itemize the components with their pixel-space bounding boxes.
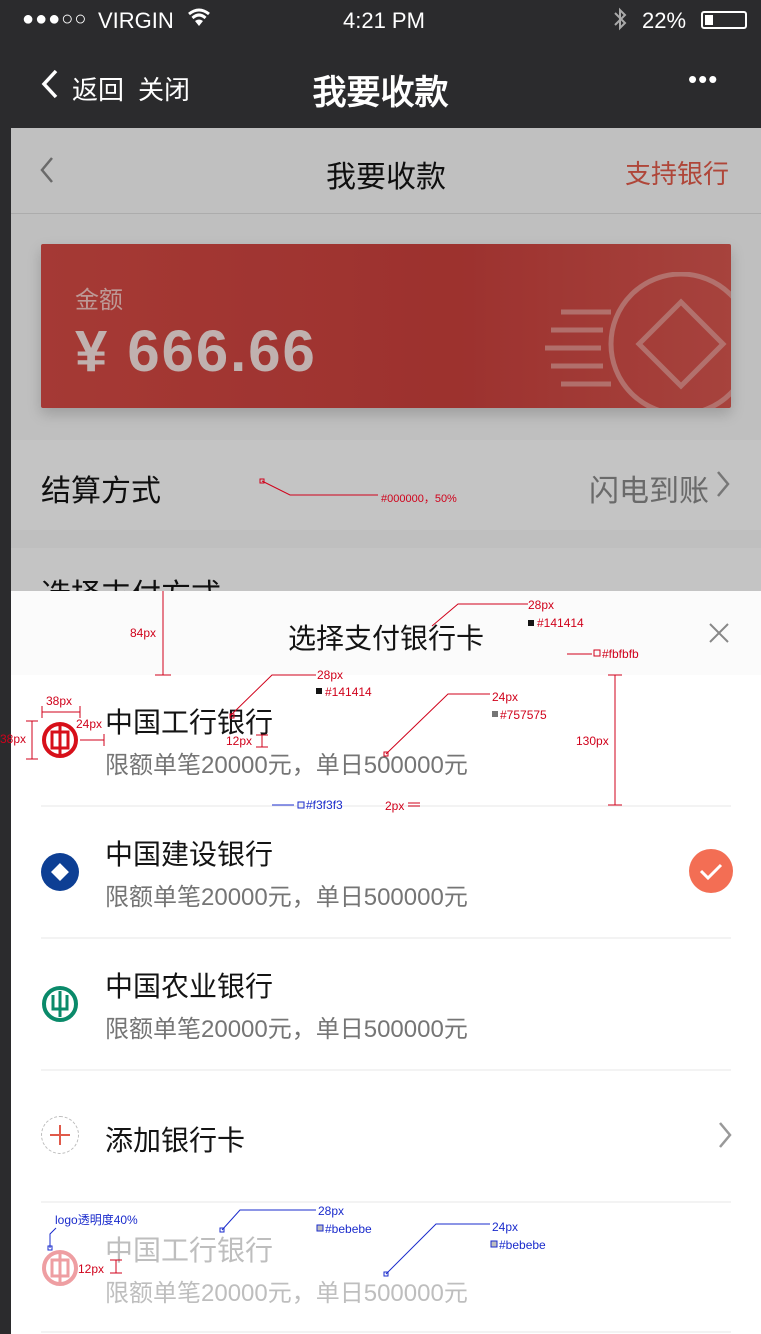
spec-label: #757575 <box>500 708 547 722</box>
spec-label: 24px <box>76 717 103 731</box>
spec-label: 130px <box>576 734 609 748</box>
spec-label: 12px <box>78 1262 105 1276</box>
spec-label: 28px <box>318 1204 345 1218</box>
spec-label: 12px <box>226 734 253 748</box>
spec-label: #141414 <box>325 685 372 699</box>
spec-label: 38px <box>0 732 27 746</box>
spec-label: 2px <box>385 799 405 813</box>
spec-label: 24px <box>492 1220 519 1234</box>
spec-label: #141414 <box>537 616 584 630</box>
spec-label: logo透明度40% <box>55 1213 138 1227</box>
spec-label: 28px <box>317 668 344 682</box>
spec-label: 38px <box>46 694 73 708</box>
spec-label: #bebebe <box>499 1238 546 1252</box>
spec-label: #bebebe <box>325 1222 372 1236</box>
spec-label: 84px <box>130 626 157 640</box>
spec-label: #fbfbfb <box>602 647 639 661</box>
spec-label: 28px <box>528 598 555 612</box>
spec-label: #f3f3f3 <box>306 798 343 812</box>
annotation-lines <box>26 478 622 1277</box>
spec-label: 24px <box>492 690 519 704</box>
spec-label: #000000，50% <box>381 493 457 505</box>
